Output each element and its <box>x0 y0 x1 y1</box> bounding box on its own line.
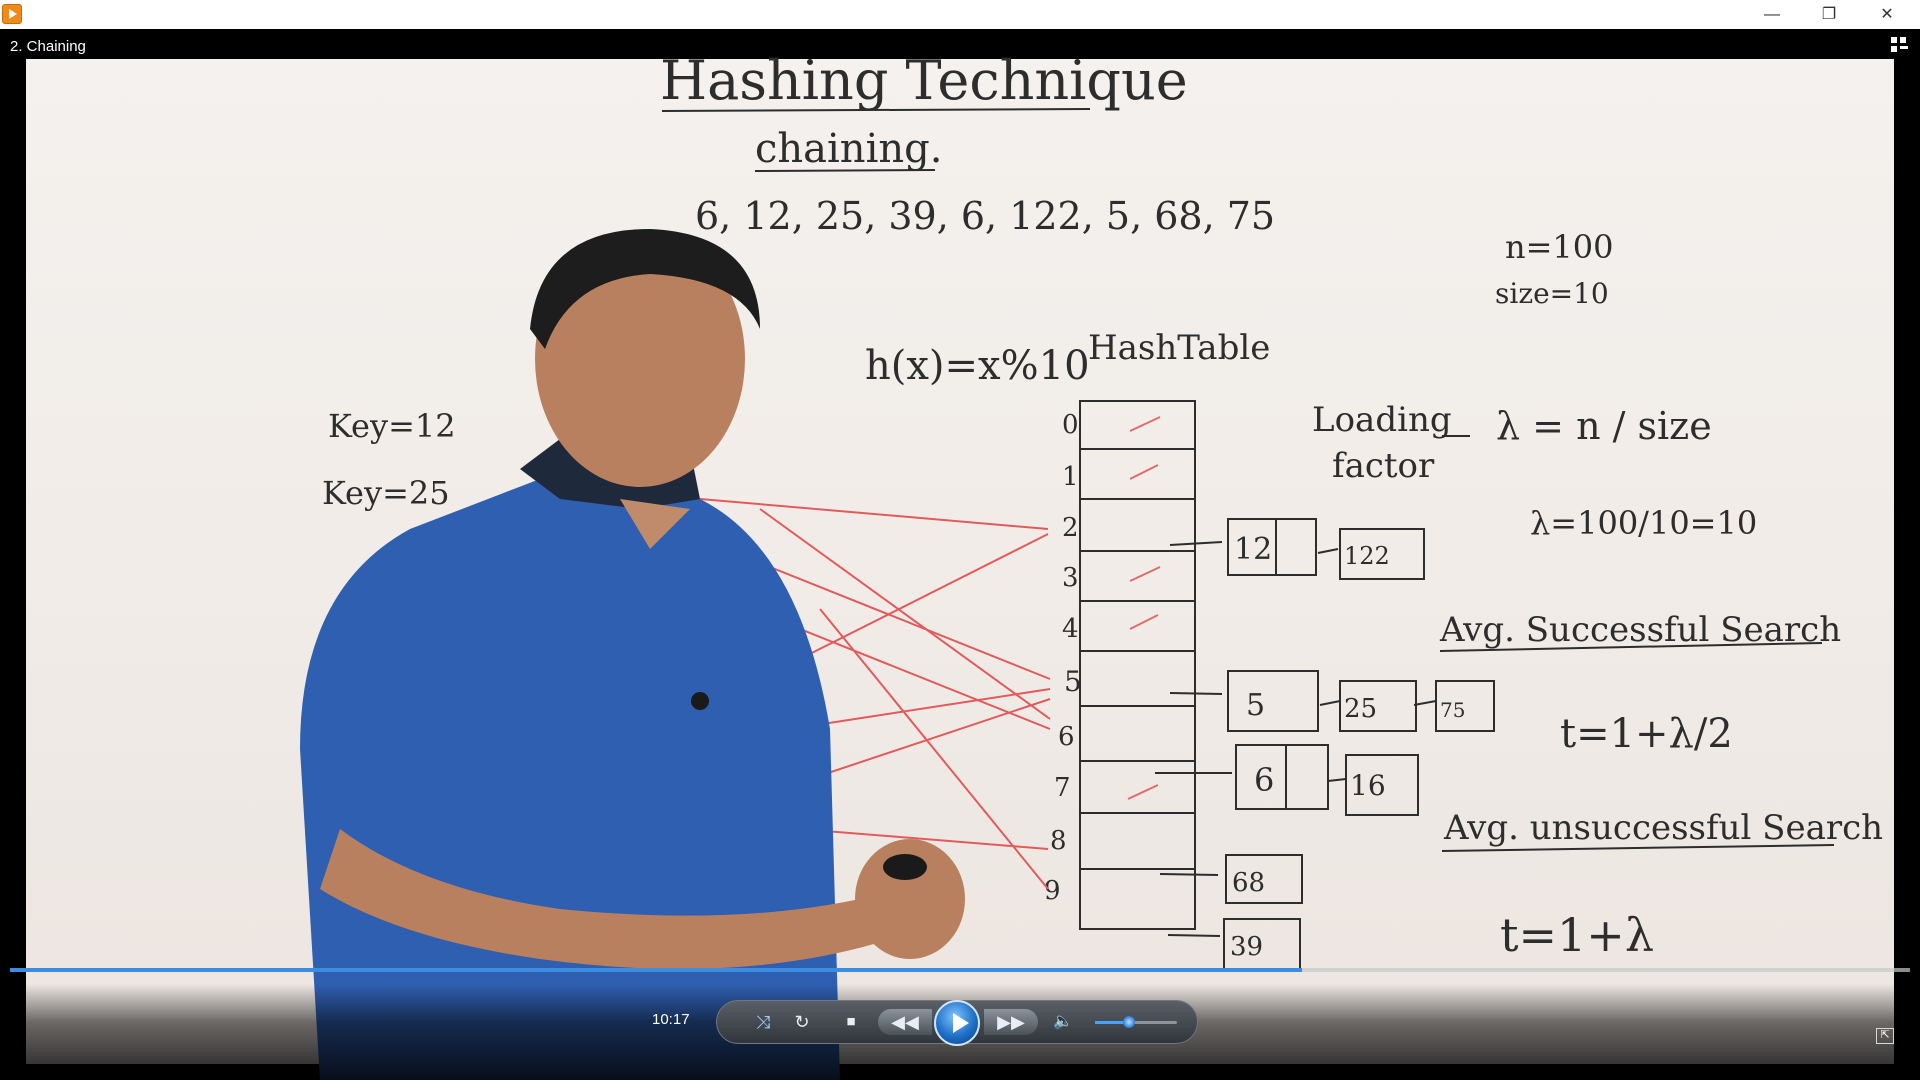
close-button[interactable]: ✕ <box>1858 0 1916 29</box>
stop-button[interactable]: ■ <box>838 1009 864 1035</box>
fullscreen-toggle-icon[interactable] <box>1891 37 1909 55</box>
video-title: 2. Chaining <box>10 38 86 55</box>
repeat-button[interactable]: ↻ <box>789 1009 815 1035</box>
presenter <box>300 229 965 1080</box>
current-time: 10:17 <box>652 1011 690 1028</box>
minimize-button[interactable]: — <box>1743 0 1801 29</box>
media-player-icon[interactable] <box>2 4 22 24</box>
restore-button[interactable]: ❐ <box>1800 0 1858 29</box>
seek-bar-progress <box>10 968 1302 972</box>
volume-slider[interactable] <box>1095 1016 1177 1028</box>
next-button[interactable]: ▶▶ <box>984 1009 1038 1035</box>
seek-bar[interactable] <box>10 968 1910 972</box>
video-surface[interactable]: Hashing Technique chaining. 6, 12, 25, 3… <box>0 29 1920 1080</box>
shuffle-button[interactable]: ⤨ <box>750 1009 776 1035</box>
play-button[interactable] <box>934 1000 980 1046</box>
window-title-bar: — ❐ ✕ <box>0 0 1920 30</box>
switch-to-library-icon[interactable]: ⇱ <box>1876 1028 1894 1044</box>
volume-icon[interactable]: 🔈 <box>1050 1009 1076 1035</box>
previous-button[interactable]: ◀◀ <box>878 1009 932 1035</box>
